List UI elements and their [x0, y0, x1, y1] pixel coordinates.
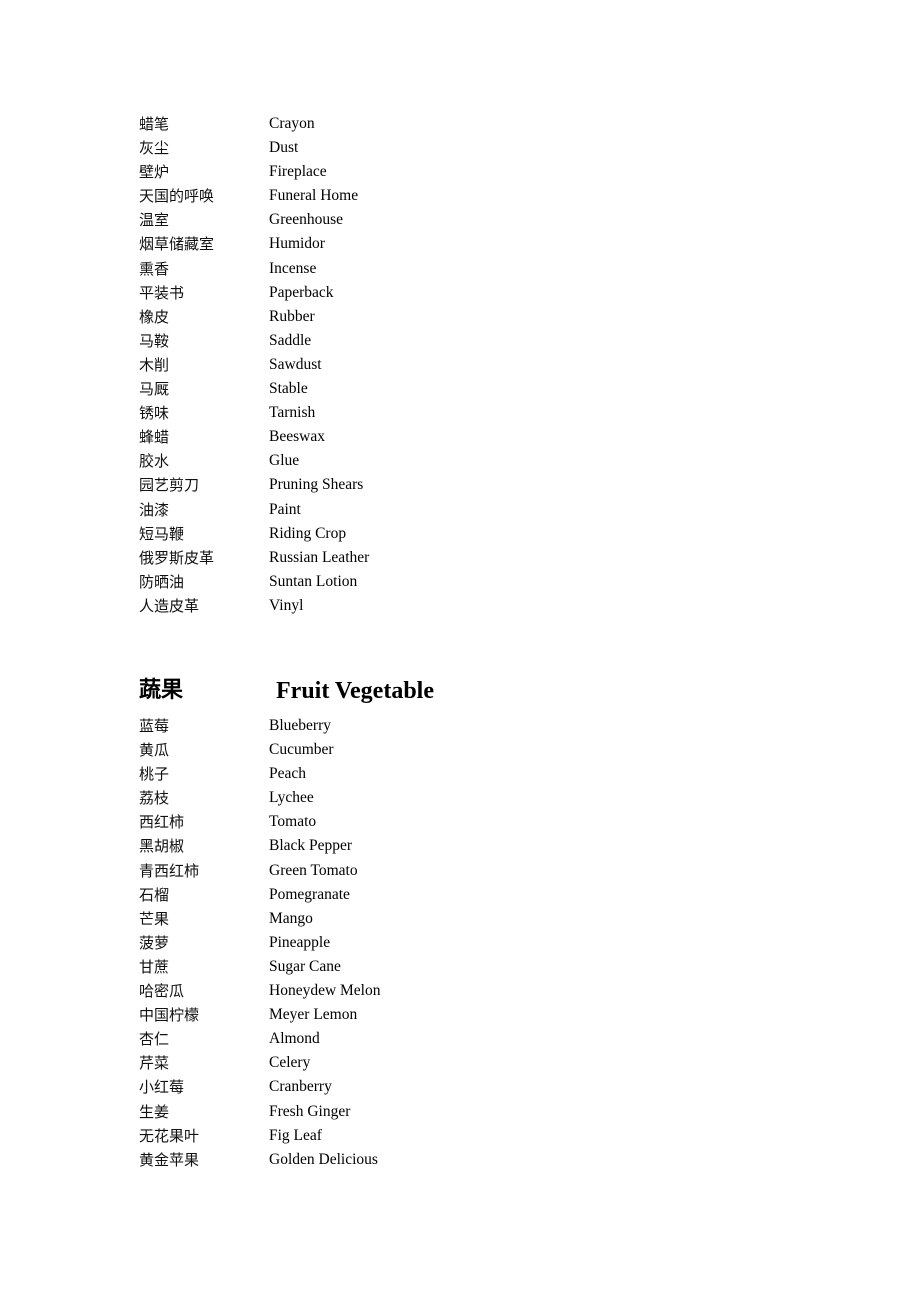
term-english: Black Pepper	[269, 837, 353, 855]
term-english: Russian Leather	[269, 548, 370, 566]
term-chinese: 菠萝	[139, 933, 170, 952]
document-page: 蜡笔 Crayon 灰尘 Dust 壁炉 Fireplace 天国的呼唤 Funeral Ho…	[0, 0, 920, 1302]
term-chinese: 荔枝	[139, 789, 170, 808]
term-english: Dust	[269, 139, 299, 157]
term-english: Blueberry	[269, 717, 331, 734]
term-chinese: 烟草储藏室	[139, 235, 215, 254]
term-english: Vinyl	[269, 596, 304, 614]
term-english: Paperback	[269, 283, 334, 301]
term-english: Sawdust	[269, 355, 322, 373]
term-english: Riding Crop	[269, 524, 347, 542]
term-chinese: 石榴	[139, 885, 170, 904]
term-chinese: 蓝莓	[139, 717, 170, 735]
term-english: Fresh Ginger	[269, 1102, 351, 1120]
term-chinese: 胶水	[139, 452, 170, 471]
term-english: Mango	[269, 909, 313, 927]
term-english: Celery	[269, 1054, 311, 1072]
term-english: Glue	[269, 452, 300, 470]
term-english: Cucumber	[269, 741, 334, 759]
term-chinese: 天国的呼唤	[139, 187, 215, 206]
term-chinese: 温室	[139, 211, 170, 230]
term-chinese: 青西红柿	[139, 861, 200, 880]
term-english: Humidor	[269, 235, 325, 253]
term-chinese: 园艺剪刀	[139, 476, 200, 495]
term-chinese: 杏仁	[139, 1030, 170, 1049]
term-chinese: 中国柠檬	[139, 1006, 200, 1025]
term-chinese: 黄瓜	[139, 741, 170, 760]
term-chinese: 短马鞭	[139, 524, 185, 543]
term-chinese: 平装书	[139, 283, 185, 302]
term-english: Crayon	[269, 115, 315, 132]
term-english: Pruning Shears	[269, 476, 364, 494]
term-english: Paint	[269, 500, 301, 518]
term-english: Suntan Lotion	[269, 572, 358, 590]
term-english: Stable	[269, 380, 308, 398]
term-chinese: 芹菜	[139, 1054, 170, 1073]
term-english: Incense	[269, 259, 317, 277]
term-english: Greenhouse	[269, 211, 344, 229]
term-chinese: 桃子	[139, 765, 170, 784]
term-chinese: 俄罗斯皮革	[139, 548, 215, 567]
term-chinese: 蜂蜡	[139, 428, 170, 447]
term-chinese: 马厩	[139, 380, 170, 399]
term-chinese: 哈密瓜	[139, 982, 185, 1001]
term-english: Green Tomato	[269, 861, 358, 879]
term-english: Almond	[269, 1030, 320, 1048]
term-chinese: 橡皮	[139, 307, 170, 326]
term-chinese: 马鞍	[139, 331, 170, 350]
term-english: Funeral Home	[269, 187, 359, 205]
term-english: Beeswax	[269, 428, 325, 446]
section-heading-english: Fruit Vegetable	[276, 678, 434, 704]
term-chinese: 防晒油	[139, 572, 185, 591]
term-chinese: 生姜	[139, 1102, 170, 1121]
term-chinese: 西红柿	[139, 813, 185, 832]
term-chinese: 灰尘	[139, 139, 170, 158]
term-english: Lychee	[269, 789, 314, 807]
term-english: Fireplace	[269, 163, 327, 181]
term-english: Tarnish	[269, 404, 316, 422]
term-chinese: 小红莓	[139, 1078, 185, 1097]
term-chinese: 芒果	[139, 909, 170, 928]
term-chinese: 熏香	[139, 259, 170, 278]
term-chinese: 甘蔗	[139, 957, 170, 976]
term-chinese: 蜡笔	[139, 115, 170, 133]
term-english: Sugar Cane	[269, 957, 341, 975]
term-english: Cranberry	[269, 1078, 332, 1096]
term-english: Meyer Lemon	[269, 1006, 358, 1024]
term-chinese: 木削	[139, 355, 170, 374]
term-chinese: 黄金苹果	[139, 1150, 200, 1169]
term-english: Tomato	[269, 813, 317, 831]
term-chinese: 人造皮革	[139, 596, 200, 615]
term-english: Pineapple	[269, 933, 331, 951]
term-english: Golden Delicious	[269, 1150, 378, 1168]
term-english: Pomegranate	[269, 885, 350, 903]
term-english: Peach	[269, 765, 307, 783]
term-english: Saddle	[269, 331, 312, 349]
term-chinese: 锈味	[139, 404, 170, 423]
term-chinese: 油漆	[139, 500, 170, 519]
term-english: Fig Leaf	[269, 1126, 322, 1144]
section-heading-chinese: 蔬果	[139, 678, 184, 703]
term-chinese: 壁炉	[139, 163, 170, 182]
section-heading: 蔬果 Fruit Vegetable	[139, 674, 539, 708]
term-chinese: 无花果叶	[139, 1126, 200, 1145]
term-chinese: 黑胡椒	[139, 837, 185, 856]
term-english: Honeydew Melon	[269, 982, 381, 1000]
term-english: Rubber	[269, 307, 315, 325]
